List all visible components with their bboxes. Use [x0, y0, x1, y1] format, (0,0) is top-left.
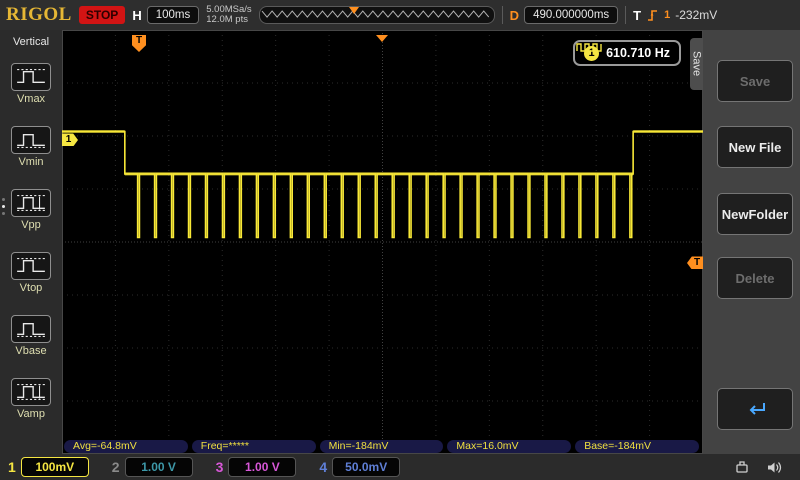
sidebar-title: Vertical	[13, 30, 49, 52]
measure-item-label: Vbase	[15, 345, 46, 357]
measure-item-label: Vmin	[18, 156, 43, 168]
delay-center-marker-icon	[376, 35, 388, 42]
channel-4-status[interactable]: 4 50.0mV	[319, 457, 400, 477]
measure-item-label: Vpp	[21, 219, 41, 231]
channel-4-scale: 50.0mV	[332, 457, 400, 477]
graticule-grid	[62, 30, 703, 454]
timebase-value[interactable]: 100ms	[147, 6, 200, 24]
counter-channel-badge: 1	[584, 46, 599, 61]
channel-1-number: 1	[8, 459, 16, 475]
channel-3-scale: 1.00 V	[228, 457, 296, 477]
preview-waveform-icon	[260, 7, 494, 21]
vbase-waveform-icon	[11, 315, 51, 343]
menu-button-new-folder[interactable]: NewFolder	[717, 193, 793, 235]
trigger-level-marker[interactable]: T	[687, 256, 703, 269]
vtop-waveform-icon	[11, 252, 51, 280]
page-indicator-dots	[2, 198, 5, 215]
memory-depth: 12.0M pts	[206, 15, 251, 25]
waveform-preview-strip[interactable]	[259, 6, 495, 24]
channel-2-scale: 1.00 V	[125, 457, 193, 477]
measure-item-vpp[interactable]: Vpp	[0, 178, 62, 241]
menu-button-back[interactable]	[717, 388, 793, 430]
trigger-position-flag-icon[interactable]: T	[132, 35, 146, 52]
horizontal-group: H 100ms	[132, 6, 199, 24]
usb-icon	[734, 460, 750, 474]
run-state-badge[interactable]: STOP	[79, 6, 125, 24]
trigger-edge-icon	[646, 8, 659, 22]
vamp-waveform-icon	[11, 378, 51, 406]
channel-status-bar: 1 100mV 2 1.00 V 3 1.00 V 4 50.0mV	[0, 454, 800, 480]
channel-4-number: 4	[319, 459, 327, 475]
channel-2-status[interactable]: 2 1.00 V	[112, 457, 193, 477]
measure-item-label: Vamp	[17, 408, 45, 420]
counter-frequency-value: 610.710 Hz	[606, 46, 670, 60]
save-menu-panel: Save Save New File NewFolder Delete	[703, 30, 800, 454]
measure-item-label: Vtop	[20, 282, 43, 294]
trigger-group: T 1 -232mV	[633, 8, 717, 23]
measurement-base: Base=-184mV	[575, 440, 699, 453]
divider	[625, 6, 626, 24]
acquisition-info: 5.00MSa/s 12.0M pts	[206, 5, 251, 25]
menu-button-save[interactable]: Save	[717, 60, 793, 102]
preview-trigger-position-icon[interactable]	[349, 7, 359, 14]
vpp-waveform-icon	[11, 189, 51, 217]
delay-label: D	[510, 8, 519, 23]
trigger-source: 1	[664, 9, 670, 21]
measurement-freq: Freq=*****	[192, 440, 316, 453]
top-status-bar: RIGOL STOP H 100ms 5.00MSa/s 12.0M pts D…	[0, 0, 800, 30]
horizontal-label: H	[132, 8, 141, 23]
channel-1-status[interactable]: 1 100mV	[8, 457, 89, 477]
measure-item-vmin[interactable]: Vmin	[0, 115, 62, 178]
brand-logo: RIGOL	[6, 4, 72, 26]
measure-item-vmax[interactable]: Vmax	[0, 52, 62, 115]
channel-3-number: 3	[216, 459, 224, 475]
trigger-label: T	[633, 8, 641, 23]
vmin-waveform-icon	[11, 126, 51, 154]
vmax-waveform-icon	[11, 63, 51, 91]
measure-item-label: Vmax	[17, 93, 45, 105]
measure-sidebar: Vertical Vmax Vmin Vpp Vtop Vbase Vamp	[0, 30, 62, 454]
channel-3-status[interactable]: 3 1.00 V	[216, 457, 297, 477]
divider	[502, 6, 503, 24]
speaker-icon[interactable]	[767, 461, 784, 474]
menu-tab-save[interactable]: Save	[690, 38, 703, 90]
ch1-waveform-trace	[62, 30, 703, 454]
delay-value[interactable]: 490.000000ms	[524, 6, 618, 24]
frequency-counter-box: 1 610.710 Hz	[573, 40, 681, 66]
oscilloscope-screen: RIGOL STOP H 100ms 5.00MSa/s 12.0M pts D…	[0, 0, 800, 480]
measurement-min: Min=-184mV	[320, 440, 444, 453]
ch1-zero-level-marker[interactable]: 1	[62, 133, 78, 146]
measurement-max: Max=16.0mV	[447, 440, 571, 453]
measurement-avg: Avg=-64.8mV	[64, 440, 188, 453]
scope-display[interactable]: T 1 T 1 610.710 Hz Avg=-64.8mV Freq=****…	[62, 30, 703, 454]
delay-group: D 490.000000ms	[510, 6, 618, 24]
menu-button-new-file[interactable]: New File	[717, 126, 793, 168]
measure-item-vamp[interactable]: Vamp	[0, 367, 62, 430]
measure-item-vbase[interactable]: Vbase	[0, 304, 62, 367]
channel-1-scale: 100mV	[21, 457, 89, 477]
menu-button-delete[interactable]: Delete	[717, 257, 793, 299]
channel-2-number: 2	[112, 459, 120, 475]
trigger-level-value[interactable]: -232mV	[675, 8, 717, 22]
measurement-results-bar: Avg=-64.8mV Freq=***** Min=-184mV Max=16…	[64, 440, 699, 453]
measure-item-vtop[interactable]: Vtop	[0, 241, 62, 304]
return-arrow-icon	[741, 400, 769, 418]
